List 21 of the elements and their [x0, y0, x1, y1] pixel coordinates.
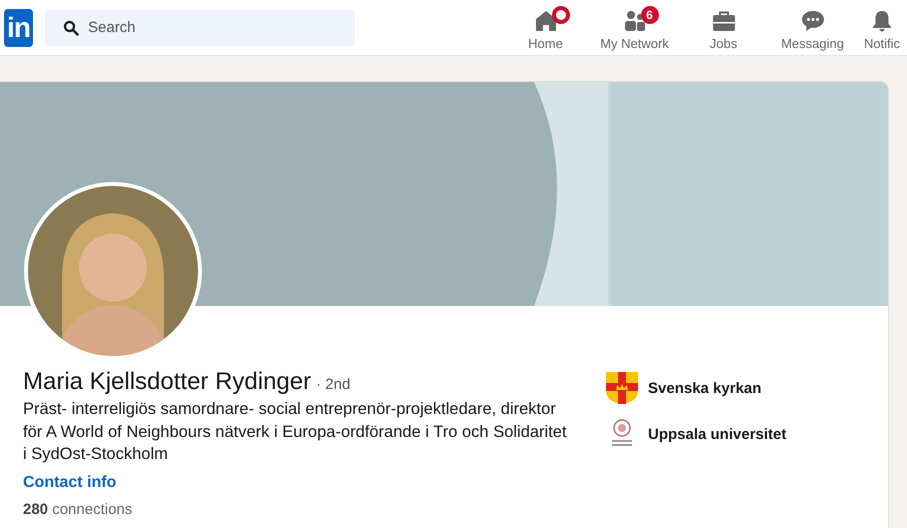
nav-item[interactable]: Home	[501, 4, 590, 51]
connection-degree: · 2nd	[316, 376, 350, 393]
contact-info-link[interactable]: Contact info	[23, 472, 116, 494]
nav-item[interactable]: Jobs	[679, 4, 768, 51]
nav-item[interactable]: Notific	[857, 4, 907, 51]
nav-item[interactable]: 6 My Network	[590, 4, 679, 51]
organization-name[interactable]: Uppsala universitet	[648, 426, 786, 442]
connections-count[interactable]: 280 connections	[23, 500, 132, 520]
briefcase-icon	[712, 9, 736, 33]
search-field[interactable]: Search	[45, 10, 355, 46]
nav-item[interactable]: Messaging	[768, 4, 857, 51]
shield-cross-icon	[604, 370, 640, 406]
headline: Präst- interreligiös samordnare- social entreprenör-projektledare, direktor för A World of Neighbours nätverk i Europa-ordförande i Tro och Solidaritet i SydOst-Stockholm	[23, 399, 568, 465]
bell-icon	[870, 9, 894, 33]
notification-count: 6	[640, 6, 658, 24]
chat-icon	[800, 9, 824, 33]
logo[interactable]: in	[4, 8, 33, 46]
home-icon	[534, 9, 558, 33]
profile-name: Maria Kjellsdotter Rydinger	[23, 367, 312, 397]
organization-name[interactable]: Svenska kyrkan	[648, 380, 762, 396]
people-icon	[622, 9, 646, 33]
